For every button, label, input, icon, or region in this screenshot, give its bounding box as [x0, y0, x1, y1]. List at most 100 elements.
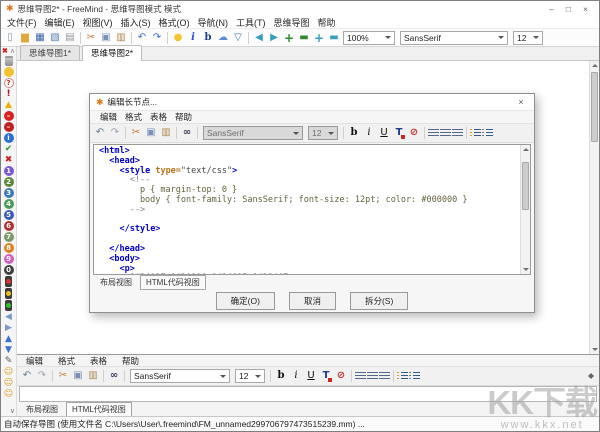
- open-map-icon[interactable]: ▆: [18, 31, 32, 45]
- smiley-icon[interactable]: ☺: [3, 367, 14, 377]
- note-editor-area[interactable]: [19, 386, 597, 402]
- scroll-down-icon[interactable]: [521, 265, 530, 274]
- redo-icon[interactable]: ↷: [150, 31, 164, 45]
- alert-triangle-icon[interactable]: ▲: [3, 100, 14, 110]
- numbered-list-icon[interactable]: [482, 129, 493, 138]
- number-8-icon[interactable]: 8: [4, 243, 14, 253]
- zoom-combo[interactable]: 100%: [343, 31, 395, 45]
- print-icon[interactable]: ▤: [63, 31, 77, 45]
- paste-icon[interactable]: ▥: [159, 126, 173, 140]
- main-menu-item[interactable]: 插入(S): [117, 16, 155, 29]
- smiley-icon-3[interactable]: ☺: [3, 389, 14, 399]
- arrow-right-icon[interactable]: ▶: [3, 323, 14, 333]
- number-2-icon[interactable]: 2: [4, 177, 14, 187]
- underline-icon[interactable]: U: [377, 126, 391, 140]
- sidebar-close-icon[interactable]: ✖: [2, 48, 8, 55]
- note-menu-item[interactable]: 表格: [86, 355, 111, 367]
- ok-icon[interactable]: ✔: [3, 144, 14, 154]
- number-7-icon[interactable]: 7: [4, 232, 14, 242]
- redo-icon[interactable]: ↷: [108, 126, 122, 140]
- scroll-thumb[interactable]: [591, 72, 598, 142]
- hint-icon[interactable]: ●: [171, 31, 185, 45]
- copy-icon[interactable]: ▣: [144, 126, 158, 140]
- save-map-icon[interactable]: ▦: [33, 31, 47, 45]
- info-icon[interactable]: i: [4, 133, 14, 143]
- zoom-out-icon[interactable]: ▬: [327, 31, 341, 45]
- dialog-close-button[interactable]: ×: [514, 97, 528, 107]
- previous-map-icon[interactable]: ◀: [252, 31, 266, 45]
- align-left-icon[interactable]: [428, 129, 439, 138]
- dialog-menu-item[interactable]: 编辑: [96, 111, 121, 123]
- dialog-menu-item[interactable]: 帮助: [171, 111, 196, 123]
- next-map-icon[interactable]: ▶: [267, 31, 281, 45]
- close-button[interactable]: ×: [577, 4, 594, 14]
- align-center-icon[interactable]: [367, 372, 378, 381]
- remove-format-icon[interactable]: ⊘: [407, 126, 421, 140]
- scroll-down-icon[interactable]: [590, 345, 599, 354]
- align-left-icon[interactable]: [355, 372, 366, 381]
- code-vscrollbar[interactable]: [520, 145, 530, 274]
- number-5-icon[interactable]: 5: [4, 210, 14, 220]
- align-right-icon[interactable]: [452, 129, 463, 138]
- traffic-light-red-icon[interactable]: [5, 276, 12, 287]
- note-menu-item[interactable]: 编辑: [22, 355, 47, 367]
- note-view-tab[interactable]: HTML代码视图: [66, 402, 132, 417]
- cut-icon[interactable]: ✂: [56, 369, 70, 383]
- copy-icon[interactable]: ▣: [71, 369, 85, 383]
- font-family-combo[interactable]: SansSerif: [400, 31, 508, 45]
- traffic-light-green-icon[interactable]: [5, 300, 12, 311]
- undo-icon[interactable]: ↶: [20, 369, 34, 383]
- number-0-icon[interactable]: 0: [4, 265, 14, 275]
- stop-icon[interactable]: –: [4, 111, 14, 121]
- numbered-list-icon[interactable]: [409, 372, 420, 381]
- smiley-icon-2[interactable]: ☺: [3, 378, 14, 388]
- scroll-track[interactable]: [590, 70, 599, 345]
- bold-icon[interactable]: b: [274, 369, 288, 383]
- copy-icon[interactable]: ▣: [99, 31, 113, 45]
- font-size-combo[interactable]: 12: [235, 369, 265, 383]
- main-menu-item[interactable]: 导航(N): [194, 16, 233, 29]
- traffic-light-yellow-icon[interactable]: [5, 288, 12, 299]
- font-family-combo[interactable]: SansSerif: [130, 369, 230, 383]
- bullet-list-icon[interactable]: [397, 372, 408, 381]
- new-map-icon[interactable]: ▯: [3, 31, 17, 45]
- important-icon[interactable]: !: [3, 89, 14, 99]
- scroll-up-icon[interactable]: [521, 145, 530, 154]
- dialog-view-tab[interactable]: 布局视图: [95, 276, 137, 289]
- italic-icon[interactable]: i: [362, 126, 376, 140]
- dialog-menu-item[interactable]: 表格: [146, 111, 171, 123]
- map-tab[interactable]: 思维导图2*: [82, 45, 142, 61]
- zoom-in-icon[interactable]: +: [312, 31, 326, 45]
- main-menu-item[interactable]: 文件(F): [3, 16, 41, 29]
- map-tab[interactable]: 思维导图1*: [20, 45, 80, 60]
- tag-icon[interactable]: ✎: [3, 356, 14, 366]
- arrow-up-icon[interactable]: ▲: [3, 334, 14, 344]
- cloud-icon[interactable]: ☁: [216, 31, 230, 45]
- number-1-icon[interactable]: 1: [4, 166, 14, 176]
- font-color-icon[interactable]: T: [392, 126, 406, 140]
- italic-icon[interactable]: i: [186, 31, 200, 45]
- undo-icon[interactable]: ↶: [93, 126, 107, 140]
- arrow-down-icon[interactable]: ▼: [3, 345, 14, 355]
- cancel-button[interactable]: 取消: [289, 292, 336, 310]
- prohibited-icon[interactable]: –: [4, 122, 14, 132]
- align-right-icon[interactable]: [379, 372, 390, 381]
- font-family-combo[interactable]: SansSerif: [203, 126, 303, 140]
- font-size-combo[interactable]: 12: [308, 126, 338, 140]
- number-4-icon[interactable]: 4: [4, 199, 14, 209]
- main-menu-item[interactable]: 视图(V): [79, 16, 117, 29]
- paste-icon[interactable]: ▥: [114, 31, 128, 45]
- note-menu-item[interactable]: 帮助: [118, 355, 143, 367]
- scroll-track[interactable]: [521, 154, 530, 265]
- number-9-icon[interactable]: 9: [4, 254, 14, 264]
- bold-icon[interactable]: b: [347, 126, 361, 140]
- not-ok-icon[interactable]: ✖: [3, 155, 14, 165]
- idea-icon[interactable]: [4, 67, 14, 77]
- number-6-icon[interactable]: 6: [4, 221, 14, 231]
- italic-icon[interactable]: i: [289, 369, 303, 383]
- find-icon[interactable]: ∞: [107, 369, 121, 383]
- font-color-icon[interactable]: T: [319, 369, 333, 383]
- undo-icon[interactable]: ↶: [135, 31, 149, 45]
- main-menu-item[interactable]: 帮助: [314, 16, 340, 29]
- underline-icon[interactable]: U: [304, 369, 318, 383]
